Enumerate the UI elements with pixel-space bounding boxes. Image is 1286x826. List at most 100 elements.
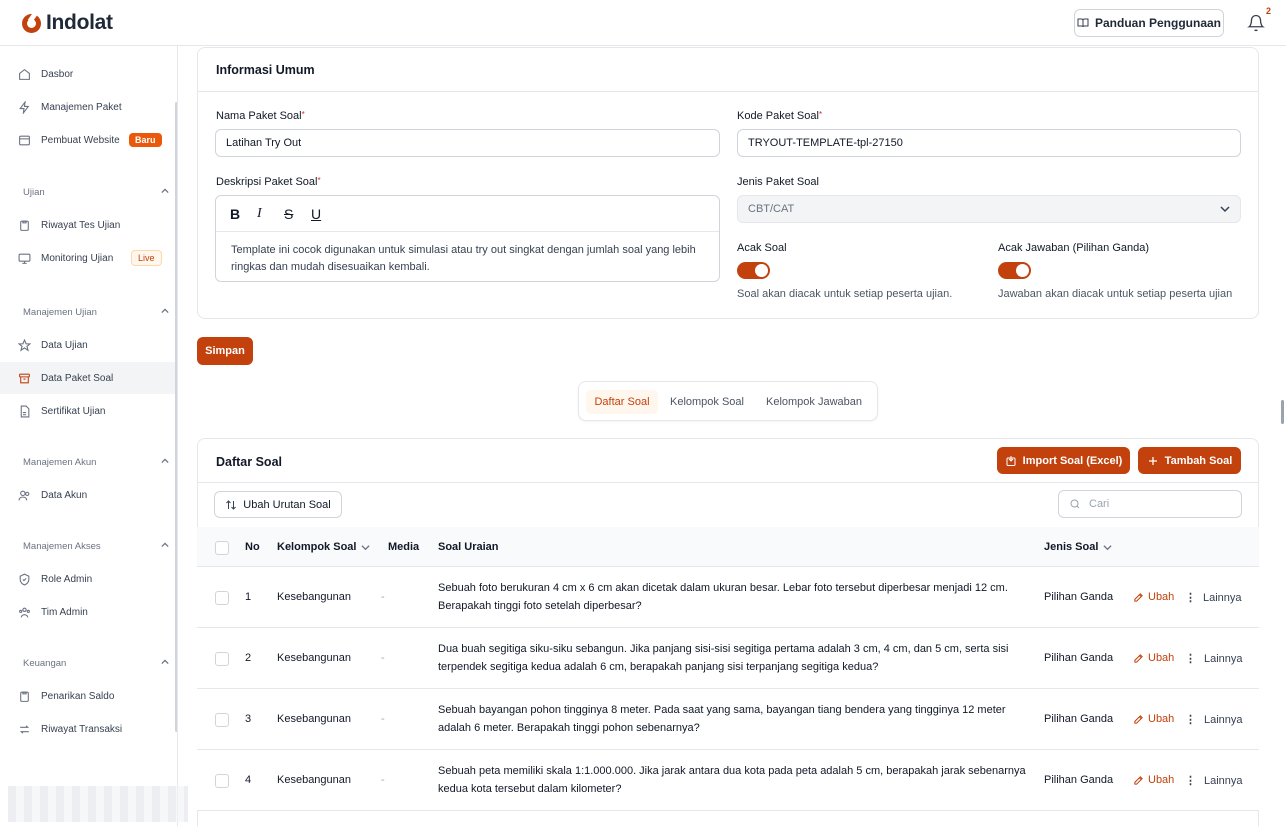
bolt-icon [19, 100, 30, 114]
section-keuangan-header[interactable]: Keuangan [23, 658, 171, 669]
label-text: Nama Paket Soal [216, 110, 302, 122]
sidebar-item-label: Riwayat Tes Ujian [41, 219, 121, 231]
book-icon [1077, 18, 1089, 28]
live-badge: Live [131, 250, 162, 266]
import-label: Import Soal (Excel) [1022, 454, 1123, 467]
users-icon [18, 490, 30, 500]
save-button[interactable]: Simpan [197, 337, 253, 365]
tab-daftar-soal[interactable]: Daftar Soal [586, 390, 658, 414]
file-icon [20, 405, 30, 417]
package-name-input[interactable]: Latihan Try Out [215, 129, 720, 157]
bold-icon[interactable]: B [230, 207, 243, 221]
row-no: 3 [245, 713, 252, 725]
sidebar-item-data-paket-soal[interactable]: Data Paket Soal [0, 362, 176, 394]
tab-kelompok-jawaban[interactable]: Kelompok Jawaban [756, 390, 872, 414]
window-icon [19, 135, 30, 145]
package-type-label: Jenis Paket Soal [737, 176, 819, 188]
sidebar-item-label: Manajemen Paket [41, 101, 122, 113]
section-manajemen-akun-header[interactable]: Manajemen Akun [23, 457, 171, 468]
edit-button[interactable]: Ubah [1133, 774, 1174, 786]
archive-icon [19, 373, 30, 383]
more-button[interactable]: ⋮ Lainnya [1185, 652, 1243, 666]
bell-icon[interactable] [1247, 14, 1265, 32]
page-scrollbar[interactable] [1281, 400, 1284, 424]
edit-label: Ubah [1148, 774, 1175, 786]
sidebar-item-riwayat-tes[interactable]: Riwayat Tes Ujian [0, 209, 176, 241]
table-row: 2 Kesebangunan - Dua buah segitiga siku-… [197, 628, 1259, 689]
underline-icon[interactable]: U [311, 207, 324, 221]
more-button[interactable]: ⋮ Lainnya [1185, 591, 1242, 605]
notification-count: 2 [1266, 6, 1272, 16]
sidebar-item-data-akun[interactable]: Data Akun [0, 479, 176, 511]
logo[interactable]: Indolat [22, 11, 113, 35]
sidebar-item-label: Data Paket Soal [41, 372, 114, 384]
section-ujian-header[interactable]: Ujian [23, 187, 171, 198]
row-no: 4 [245, 774, 252, 786]
sidebar-item-pembuat-website[interactable]: Pembuat Website Baru [0, 124, 176, 156]
sidebar-item-label: Riwayat Transaksi [41, 723, 123, 735]
section-title: Manajemen Akun [23, 457, 97, 468]
section-manajemen-ujian-header[interactable]: Manajemen Ujian [23, 307, 171, 318]
description-text[interactable]: Template ini cocok digunakan untuk simul… [216, 232, 719, 286]
row-checkbox[interactable] [215, 713, 229, 727]
edit-button[interactable]: Ubah [1133, 713, 1174, 725]
clipboard-icon [20, 691, 29, 702]
package-code-input[interactable]: TRYOUT-TEMPLATE-tpl-27150 [737, 129, 1241, 157]
reorder-questions-button[interactable]: Ubah Urutan Soal [214, 491, 342, 518]
team-icon [19, 607, 30, 617]
edit-button[interactable]: Ubah [1133, 591, 1174, 603]
chevron-up-icon [161, 458, 169, 464]
home-icon [19, 68, 30, 80]
strikethrough-icon[interactable]: S [284, 207, 297, 221]
row-media: - [381, 652, 385, 664]
col-type[interactable]: Jenis Soal [1044, 541, 1112, 553]
more-button[interactable]: ⋮ Lainnya [1185, 713, 1243, 727]
sidebar-item-label: Sertifikat Ujian [41, 405, 106, 417]
description-editor[interactable]: B I S U Template ini cocok digunakan unt… [215, 195, 720, 282]
logo-mark-icon [22, 13, 41, 33]
add-label: Tambah Soal [1164, 454, 1233, 467]
sidebar-item-riwayat-transaksi[interactable]: Riwayat Transaksi [0, 713, 176, 745]
edit-label: Ubah [1148, 713, 1175, 725]
more-button[interactable]: ⋮ Lainnya [1185, 774, 1243, 788]
row-group: Kesebangunan [277, 713, 352, 725]
sidebar-item-label: Data Akun [41, 489, 88, 501]
sort-arrows-icon [226, 499, 237, 510]
row-question: Dua buah segitiga siku-siku sebangun. Ji… [438, 643, 1009, 673]
user-profile-blurred[interactable] [8, 786, 188, 822]
col-media: Media [388, 541, 420, 553]
row-checkbox[interactable] [215, 774, 229, 788]
sidebar-item-dasbor[interactable]: Dasbor [0, 58, 176, 90]
section-manajemen-akses-header[interactable]: Manajemen Akses [23, 541, 171, 552]
sidebar-item-data-ujian[interactable]: Data Ujian [0, 329, 176, 361]
chevron-up-icon [161, 188, 169, 194]
sidebar-item-tim-admin[interactable]: Tim Admin [0, 596, 176, 628]
edit-button[interactable]: Ubah [1133, 652, 1174, 664]
sidebar-item-manajemen-paket[interactable]: Manajemen Paket [0, 91, 176, 123]
sidebar: Dasbor Manajemen Paket Pembuat Website B… [0, 46, 178, 826]
shuffle-answers-toggle[interactable] [998, 262, 1031, 279]
top-bar: Indolat Panduan Penggunaan 2 [0, 0, 1286, 46]
col-group[interactable]: Kelompok Soal [277, 541, 371, 553]
package-description-label: Deskripsi Paket Soal* [216, 176, 321, 188]
chevron-down-icon [1220, 206, 1230, 213]
sidebar-item-role-admin[interactable]: Role Admin [0, 563, 176, 595]
shuffle-questions-toggle[interactable] [737, 262, 770, 279]
sidebar-scrollbar[interactable] [175, 102, 177, 732]
row-media: - [381, 591, 385, 603]
sidebar-item-label: Role Admin [41, 573, 93, 585]
sidebar-item-sertifikat[interactable]: Sertifikat Ujian [0, 395, 176, 427]
add-question-button[interactable]: Tambah Soal [1138, 447, 1241, 474]
tab-kelompok-soal[interactable]: Kelompok Soal [663, 390, 751, 414]
search-input[interactable]: Cari [1058, 490, 1242, 518]
sidebar-item-penarikan-saldo[interactable]: Penarikan Saldo [0, 680, 176, 712]
package-type-select[interactable]: CBT/CAT [737, 195, 1241, 223]
import-excel-button[interactable]: Import Soal (Excel) [997, 447, 1130, 474]
sidebar-item-monitoring[interactable]: Monitoring Ujian Live [0, 242, 176, 274]
more-label: Lainnya [1204, 713, 1243, 726]
select-all-checkbox[interactable] [215, 541, 229, 555]
user-guide-button[interactable]: Panduan Penggunaan [1074, 9, 1224, 37]
row-checkbox[interactable] [215, 652, 229, 666]
row-checkbox[interactable] [215, 591, 229, 605]
italic-icon[interactable]: I [257, 206, 270, 221]
